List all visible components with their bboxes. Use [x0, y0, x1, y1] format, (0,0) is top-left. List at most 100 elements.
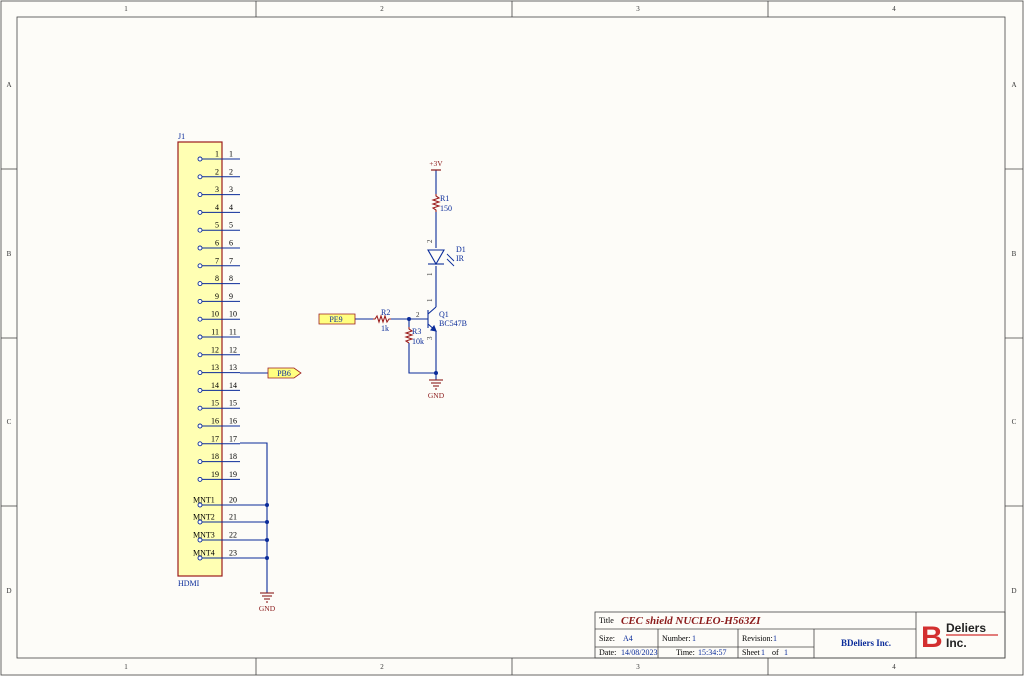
q1-pin-c: 1: [426, 298, 434, 302]
zone-col-4-bottom: 4: [892, 663, 896, 671]
pin-contact: [197, 156, 203, 162]
pin-inner-label: 3: [215, 185, 219, 194]
pin-inner-label: 6: [215, 239, 219, 248]
pin-contact: [197, 298, 203, 304]
date-label: Date:: [599, 648, 616, 657]
wires: [240, 170, 437, 593]
pin-contact: [197, 227, 203, 233]
pin-outer-label: 1: [229, 150, 233, 159]
zone-col-1-top: 1: [124, 5, 128, 13]
pin-contact: [197, 423, 203, 429]
size-value: A4: [623, 634, 633, 643]
pin-outer-label: 3: [229, 185, 233, 194]
zone-col-4-top: 4: [892, 5, 896, 13]
pin-outer-label: 10: [229, 310, 237, 319]
pin-outer-label: 21: [229, 513, 237, 522]
connector-j1[interactable]: J1 HDMI 1 12 23 34 45 56 67 78 89 910 1011 1112 1213…: [177, 132, 240, 588]
junction: [265, 520, 269, 524]
pin-contact: [197, 441, 203, 447]
q1-value: BC547B: [439, 319, 467, 328]
size-label: Size:: [599, 634, 615, 643]
zone-row-b-left: B: [7, 250, 12, 258]
sheet-value: 1: [761, 648, 765, 657]
zone-row-d-right: D: [1011, 587, 1016, 595]
number-label: Number:: [662, 634, 690, 643]
schematic-canvas: 1 2 3 4 1 2 3 4 A B C D A B C D J1 HDMI …: [0, 0, 1024, 676]
q1-collector: [427, 306, 437, 315]
zone-col-3-bottom: 3: [636, 663, 640, 671]
time-value: 15:34:57: [698, 648, 726, 657]
pin-outer-label: 4: [229, 203, 233, 212]
schematic-sheet: 1 2 3 4 1 2 3 4 A B C D A B C D J1 HDMI …: [0, 0, 1024, 676]
pin-outer-label: 5: [229, 221, 233, 230]
sheets-value: 1: [784, 648, 788, 657]
pin-outer-label: 7: [229, 256, 233, 265]
pin-inner-label: 13: [211, 363, 219, 372]
d1-ref: D1: [456, 245, 466, 254]
pin-outer-label: 8: [229, 274, 233, 283]
pin-inner-label: 14: [211, 381, 219, 390]
wire-r3-bottom: [408, 343, 436, 374]
d1-pin-k: 1: [426, 272, 434, 276]
pin-contact: [197, 334, 203, 340]
pin-outer-label: 17: [229, 434, 237, 443]
port-pb6[interactable]: PB6: [267, 367, 302, 379]
resistor-r1[interactable]: R1 150: [431, 194, 452, 213]
pin-outer-label: 20: [229, 496, 237, 505]
port-pe9[interactable]: PE9: [318, 313, 356, 325]
pin-contact: [197, 459, 203, 465]
d1-pin-a: 2: [426, 239, 434, 243]
pin-outer-label: 2: [229, 167, 233, 176]
r2-ref: R2: [381, 308, 390, 317]
junction: [407, 317, 411, 321]
pin-inner-label: 18: [211, 452, 219, 461]
pin-outer-label: 16: [229, 417, 237, 426]
q1-ref: Q1: [439, 310, 449, 319]
power-gnd-j1[interactable]: GND: [259, 592, 276, 613]
pin-contact: [197, 370, 203, 376]
pin-contact: [197, 281, 203, 287]
pin-inner-label: 4: [215, 203, 219, 212]
zone-row-a-left: A: [6, 81, 11, 89]
power-vcc[interactable]: +3V: [429, 159, 443, 171]
date-value: 14/08/2023: [621, 648, 657, 657]
pin-inner-label: 7: [215, 256, 219, 265]
pin-inner-label: 8: [215, 274, 219, 283]
of-label: of: [772, 648, 779, 657]
resistor-r2[interactable]: R2 1k: [373, 308, 391, 333]
connector-type: HDMI: [178, 579, 200, 588]
zone-row-c-left: C: [7, 418, 12, 426]
r1-ref: R1: [440, 194, 449, 203]
zone-col-1-bottom: 1: [124, 663, 128, 671]
junction: [265, 556, 269, 560]
pin-outer-label: 22: [229, 531, 237, 540]
pin-contact: [197, 387, 203, 393]
logo-letter: B: [921, 621, 943, 654]
power-gnd-q1[interactable]: GND: [428, 379, 445, 400]
revision-label: Revision:: [742, 634, 773, 643]
pin-outer-label: 6: [229, 239, 233, 248]
pin-inner-label: 12: [211, 345, 219, 354]
d1-value: IR: [456, 254, 465, 263]
pin-inner-label: 17: [211, 434, 219, 443]
pin-inner-label: 2: [215, 167, 219, 176]
pin-inner-label: MNT4: [193, 549, 215, 558]
zone-labels: 1 2 3 4 1 2 3 4 A B C D A B C D: [6, 5, 1016, 671]
pin-contact: [197, 405, 203, 411]
resistor-r3[interactable]: R3 10k: [404, 327, 424, 346]
pin-inner-label: 1: [215, 150, 219, 159]
diode-d1[interactable]: D1 IR 2 1: [426, 239, 466, 276]
gnd-label: GND: [428, 391, 445, 400]
r3-ref: R3: [412, 327, 421, 336]
pin-outer-label: 11: [229, 328, 237, 337]
q1-pin-b: 2: [416, 311, 420, 319]
logo-line2: Inc.: [946, 636, 967, 650]
zone-row-a-right: A: [1011, 81, 1016, 89]
pin-inner-label: MNT3: [193, 531, 215, 540]
pin-outer-label: 12: [229, 345, 237, 354]
vcc-label: +3V: [429, 159, 443, 168]
r1-symbol: [431, 194, 441, 212]
sheet-title: CEC shield NUCLEO-H563ZI: [621, 615, 761, 627]
pin-inner-label: 5: [215, 221, 219, 230]
pin-inner-label: 9: [215, 292, 219, 301]
